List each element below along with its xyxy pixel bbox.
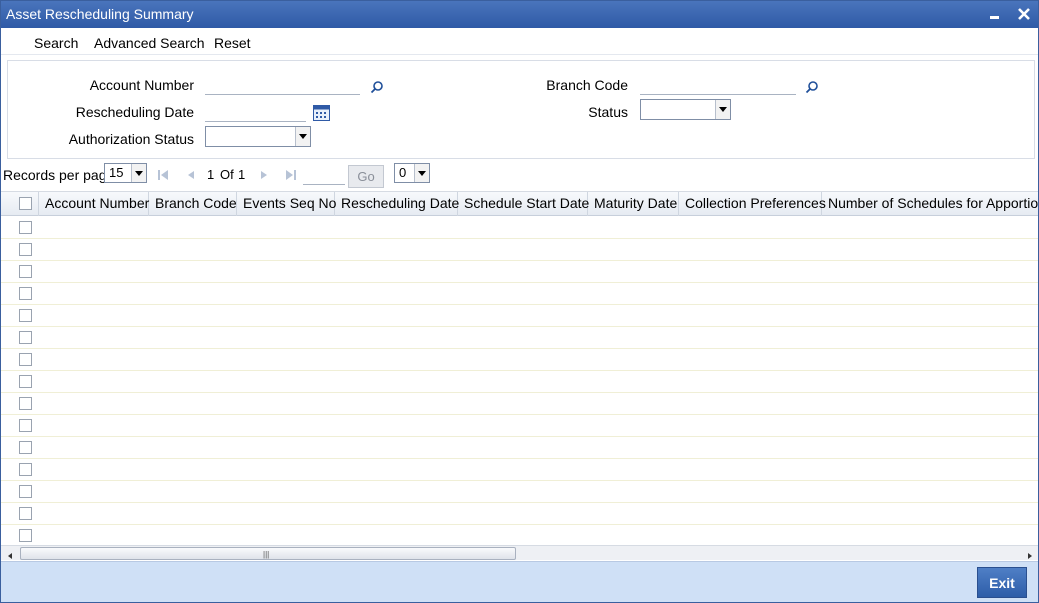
page-jump-input[interactable] xyxy=(303,165,345,185)
row-checkbox[interactable] xyxy=(19,463,32,476)
table-row[interactable] xyxy=(1,327,1038,349)
go-button[interactable]: Go xyxy=(348,165,384,188)
table-row[interactable] xyxy=(1,261,1038,283)
search-criteria-panel: Account Number Branch Code Rescheduling … xyxy=(7,60,1035,159)
horizontal-scrollbar[interactable]: ||| xyxy=(1,545,1038,560)
row-checkbox[interactable] xyxy=(19,265,32,278)
select-all-checkbox[interactable] xyxy=(19,197,32,210)
row-checkbox[interactable] xyxy=(19,375,32,388)
footer-bar: Exit xyxy=(1,561,1038,602)
row-checkbox[interactable] xyxy=(19,397,32,410)
column-header-account-number[interactable]: Account Number xyxy=(39,192,149,216)
grid-header: Account Number Branch Code Events Seq No… xyxy=(1,192,1038,216)
grip-icon: ||| xyxy=(263,550,270,559)
account-number-search-icon[interactable] xyxy=(370,80,384,94)
first-page-icon[interactable] xyxy=(157,169,169,181)
rescheduling-date-input[interactable] xyxy=(205,102,306,122)
status-select[interactable] xyxy=(640,99,731,120)
page-jump-select-value: 0 xyxy=(399,165,407,180)
results-grid: Account Number Branch Code Events Seq No… xyxy=(1,191,1038,545)
page-jump-select[interactable]: 0 xyxy=(394,163,430,183)
column-header-number-of-schedules[interactable]: Number of Schedules for Apportioning xyxy=(822,192,1038,216)
chevron-down-icon[interactable] xyxy=(295,127,310,146)
status-label: Status xyxy=(588,104,628,120)
branch-code-search-icon[interactable] xyxy=(805,80,819,94)
chevron-down-icon[interactable] xyxy=(715,100,730,119)
minimize-icon[interactable] xyxy=(986,5,1004,23)
row-checkbox[interactable] xyxy=(19,287,32,300)
pagination-bar: Records per page 15 1 Of 1 Go 0 xyxy=(1,161,1038,189)
column-header-maturity-date[interactable]: Maturity Date xyxy=(588,192,679,216)
column-header-events-seq-no[interactable]: Events Seq No xyxy=(237,192,336,216)
table-row[interactable] xyxy=(1,415,1038,437)
row-checkbox[interactable] xyxy=(19,243,32,256)
asset-rescheduling-summary-window: Asset Rescheduling Summary Search Advanc… xyxy=(0,0,1039,603)
branch-code-input[interactable] xyxy=(640,75,796,95)
window-title: Asset Rescheduling Summary xyxy=(6,6,194,22)
records-per-page-label: Records per page xyxy=(3,167,115,183)
table-row[interactable] xyxy=(1,393,1038,415)
table-row[interactable] xyxy=(1,525,1038,545)
column-header-rescheduling-date[interactable]: Rescheduling Date xyxy=(335,192,459,216)
chevron-down-icon[interactable] xyxy=(414,164,429,182)
account-number-input[interactable] xyxy=(205,75,360,95)
table-row[interactable] xyxy=(1,305,1038,327)
authorization-status-label: Authorization Status xyxy=(68,131,194,147)
records-per-page-value: 15 xyxy=(109,165,124,180)
row-checkbox[interactable] xyxy=(19,485,32,498)
search-menu-item[interactable]: Search xyxy=(34,35,78,51)
previous-page-icon[interactable] xyxy=(185,169,197,181)
close-icon[interactable] xyxy=(1015,5,1033,23)
last-page-icon[interactable] xyxy=(285,169,297,181)
table-row[interactable] xyxy=(1,481,1038,503)
column-header-collection-preferences[interactable]: Collection Preferences xyxy=(679,192,826,216)
table-row[interactable] xyxy=(1,217,1038,239)
calendar-icon[interactable] xyxy=(313,105,330,121)
scroll-right-icon[interactable] xyxy=(1025,549,1035,559)
row-checkbox[interactable] xyxy=(19,441,32,454)
exit-button[interactable]: Exit xyxy=(977,567,1027,598)
reset-menu-item[interactable]: Reset xyxy=(214,35,251,51)
menu-bar: Search Advanced Search Reset xyxy=(1,28,1038,55)
chevron-down-icon[interactable] xyxy=(131,164,146,182)
table-row[interactable] xyxy=(1,459,1038,481)
table-row[interactable] xyxy=(1,371,1038,393)
table-row[interactable] xyxy=(1,283,1038,305)
column-header-branch-code[interactable]: Branch Code xyxy=(149,192,237,216)
scrollbar-thumb[interactable]: ||| xyxy=(20,547,516,560)
advanced-search-menu-item[interactable]: Advanced Search xyxy=(94,35,205,51)
rescheduling-date-label: Rescheduling Date xyxy=(75,104,194,120)
row-checkbox[interactable] xyxy=(19,419,32,432)
row-checkbox[interactable] xyxy=(19,529,32,542)
account-number-label: Account Number xyxy=(89,77,194,93)
column-header-schedule-start-date[interactable]: Schedule Start Date xyxy=(458,192,589,216)
next-page-icon[interactable] xyxy=(258,169,270,181)
title-bar: Asset Rescheduling Summary xyxy=(1,1,1038,28)
page-of-label: Of xyxy=(220,167,234,182)
scroll-left-icon[interactable] xyxy=(5,549,15,559)
row-checkbox[interactable] xyxy=(19,507,32,520)
authorization-status-select[interactable] xyxy=(205,126,311,147)
row-checkbox[interactable] xyxy=(19,309,32,322)
table-row[interactable] xyxy=(1,349,1038,371)
table-row[interactable] xyxy=(1,437,1038,459)
branch-code-label: Branch Code xyxy=(546,77,628,93)
select-all-header xyxy=(1,192,39,216)
row-checkbox[interactable] xyxy=(19,353,32,366)
records-per-page-select[interactable]: 15 xyxy=(104,163,147,183)
table-row[interactable] xyxy=(1,503,1038,525)
current-page-number: 1 xyxy=(207,167,215,182)
table-row[interactable] xyxy=(1,239,1038,261)
row-checkbox[interactable] xyxy=(19,331,32,344)
total-pages-number: 1 xyxy=(238,167,246,182)
row-checkbox[interactable] xyxy=(19,221,32,234)
